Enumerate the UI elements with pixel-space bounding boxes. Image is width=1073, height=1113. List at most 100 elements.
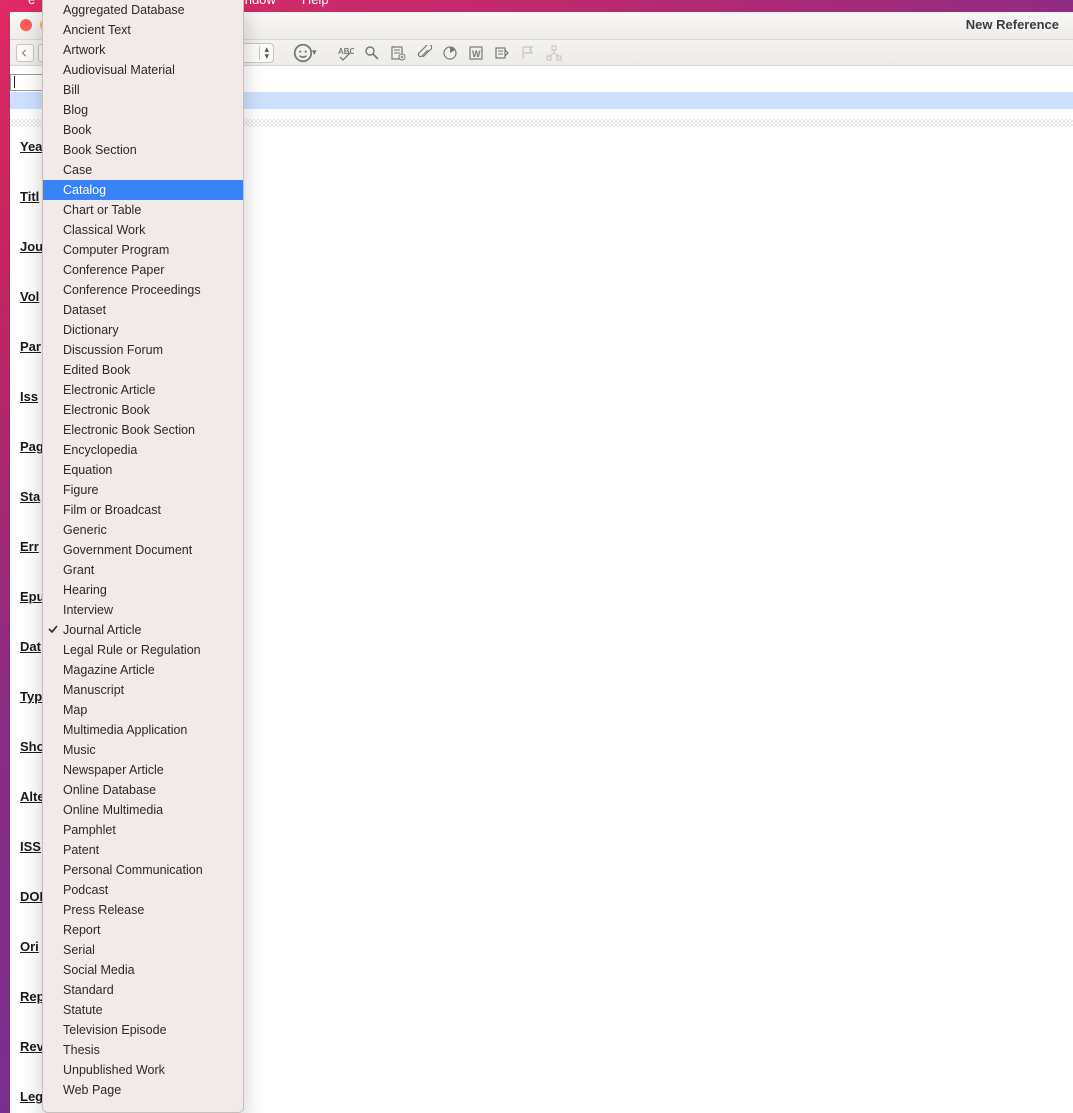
dropdown-item[interactable]: Serial — [43, 940, 243, 960]
dropdown-item-label: Social Media — [63, 963, 135, 977]
dropdown-item[interactable]: Map — [43, 700, 243, 720]
dropdown-item[interactable]: Standard — [43, 980, 243, 1000]
dropdown-item[interactable]: Film or Broadcast — [43, 500, 243, 520]
dropdown-item[interactable]: Music — [43, 740, 243, 760]
dropdown-item[interactable]: Artwork — [43, 40, 243, 60]
dropdown-item[interactable]: Electronic Book — [43, 400, 243, 420]
dropdown-item[interactable]: Online Multimedia — [43, 800, 243, 820]
flag-icon — [520, 45, 536, 61]
chart-button[interactable] — [439, 43, 461, 63]
menu-item[interactable]: e — [28, 0, 35, 7]
dropdown-item[interactable]: Pamphlet — [43, 820, 243, 840]
dropdown-item[interactable]: Book — [43, 120, 243, 140]
dropdown-item[interactable]: Thesis — [43, 1040, 243, 1060]
window-close-button[interactable] — [20, 19, 32, 31]
rating-button[interactable] — [292, 43, 314, 63]
dropdown-item[interactable]: Interview — [43, 600, 243, 620]
dropdown-item[interactable]: Legal Rule or Regulation — [43, 640, 243, 660]
dropdown-item-label: Grant — [63, 563, 94, 577]
dropdown-item[interactable]: Conference Proceedings — [43, 280, 243, 300]
word-export-icon: W — [468, 45, 484, 61]
dropdown-item[interactable]: Report — [43, 920, 243, 940]
dropdown-item-label: Interview — [63, 603, 113, 617]
dropdown-item[interactable]: Online Database — [43, 780, 243, 800]
dropdown-item[interactable]: Computer Program — [43, 240, 243, 260]
mark-read-button[interactable] — [517, 43, 539, 63]
open-word-button[interactable]: W — [465, 43, 487, 63]
dropdown-item-label: Blog — [63, 103, 88, 117]
dropdown-item[interactable]: Encyclopedia — [43, 440, 243, 460]
dropdown-item-label: Television Episode — [63, 1023, 167, 1037]
insert-citation-button[interactable] — [491, 43, 513, 63]
share-button[interactable] — [543, 43, 565, 63]
dropdown-item[interactable]: Patent — [43, 840, 243, 860]
chevron-down-icon[interactable]: ▾ — [312, 47, 317, 58]
dropdown-item[interactable]: Discussion Forum — [43, 340, 243, 360]
stepper-arrows-icon: ▴▾ — [264, 46, 269, 60]
dropdown-item[interactable]: Magazine Article — [43, 660, 243, 680]
dropdown-item[interactable]: Chart or Table — [43, 200, 243, 220]
dropdown-item-label: Bill — [63, 83, 80, 97]
spellcheck-button[interactable]: ABC — [335, 43, 357, 63]
dropdown-item[interactable]: Web Page — [43, 1080, 243, 1100]
dropdown-item[interactable]: Unpublished Work — [43, 1060, 243, 1080]
reference-type-dropdown[interactable]: Aggregated Database Ancient Text Artwork Au… — [42, 0, 244, 1113]
dropdown-item[interactable]: Multimedia Application — [43, 720, 243, 740]
dropdown-item[interactable]: Audiovisual Material — [43, 60, 243, 80]
dropdown-item-label: Classical Work — [63, 223, 145, 237]
dropdown-item-label: Magazine Article — [63, 663, 155, 677]
dropdown-item[interactable]: Manuscript — [43, 680, 243, 700]
chevron-left-icon — [21, 49, 29, 57]
dropdown-item[interactable]: Electronic Book Section — [43, 420, 243, 440]
dropdown-item-label: Edited Book — [63, 363, 130, 377]
dropdown-item[interactable]: Dataset — [43, 300, 243, 320]
dropdown-item-label: Map — [63, 703, 87, 717]
dropdown-item-label: Book Section — [63, 143, 137, 157]
dropdown-item[interactable]: Podcast — [43, 880, 243, 900]
dropdown-item[interactable]: Aggregated Database — [43, 0, 243, 20]
dropdown-item[interactable]: Blog — [43, 100, 243, 120]
dropdown-item-label: Multimedia Application — [63, 723, 187, 737]
hierarchy-icon — [546, 45, 562, 61]
dropdown-item-label: Online Database — [63, 783, 156, 797]
dropdown-item-label: Serial — [63, 943, 95, 957]
dropdown-item[interactable]: Electronic Article — [43, 380, 243, 400]
dropdown-item[interactable]: Press Release — [43, 900, 243, 920]
dropdown-item-label: Artwork — [63, 43, 105, 57]
dropdown-item[interactable]: Social Media — [43, 960, 243, 980]
dropdown-item-label: Press Release — [63, 903, 144, 917]
prev-reference-button[interactable] — [16, 44, 34, 62]
find-reference-button[interactable] — [361, 43, 383, 63]
dropdown-item[interactable]: Government Document — [43, 540, 243, 560]
dropdown-item[interactable]: Personal Communication — [43, 860, 243, 880]
dropdown-item[interactable]: Classical Work — [43, 220, 243, 240]
dropdown-item[interactable]: Grant — [43, 560, 243, 580]
dropdown-item[interactable]: Catalog — [43, 180, 243, 200]
menu-item[interactable]: Help — [302, 0, 329, 7]
dropdown-item[interactable]: Figure — [43, 480, 243, 500]
dropdown-item-label: Government Document — [63, 543, 192, 557]
attach-file-button[interactable] — [413, 43, 435, 63]
dropdown-item[interactable]: Book Section — [43, 140, 243, 160]
dropdown-item[interactable]: Generic — [43, 520, 243, 540]
dropdown-item-label: Case — [63, 163, 92, 177]
dropdown-item[interactable]: Hearing — [43, 580, 243, 600]
dropdown-item[interactable]: Television Episode — [43, 1020, 243, 1040]
dropdown-item[interactable]: Conference Paper — [43, 260, 243, 280]
dropdown-item[interactable]: Case — [43, 160, 243, 180]
dropdown-item-label: Web Page — [63, 1083, 121, 1097]
dropdown-item-label: Pamphlet — [63, 823, 116, 837]
dropdown-item[interactable]: Edited Book — [43, 360, 243, 380]
dropdown-item[interactable]: Newspaper Article — [43, 760, 243, 780]
dropdown-item[interactable]: Journal Article — [43, 620, 243, 640]
dropdown-item[interactable]: Ancient Text — [43, 20, 243, 40]
svg-text:ABC: ABC — [338, 47, 354, 56]
os-dock-strip — [0, 0, 10, 1113]
dropdown-item[interactable]: Dictionary — [43, 320, 243, 340]
dropdown-item-label: Ancient Text — [63, 23, 131, 37]
insert-note-button[interactable] — [387, 43, 409, 63]
dropdown-item[interactable]: Bill — [43, 80, 243, 100]
dropdown-item[interactable]: Equation — [43, 460, 243, 480]
dropdown-item-label: Conference Proceedings — [63, 283, 201, 297]
dropdown-item[interactable]: Statute — [43, 1000, 243, 1020]
